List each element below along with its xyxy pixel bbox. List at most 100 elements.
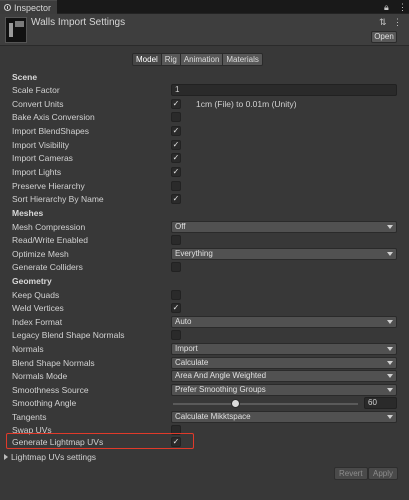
normals-mode-dropdown[interactable]: Area And Angle Weighted	[171, 370, 397, 382]
bake-axis-label: Bake Axis Conversion	[12, 112, 95, 122]
row-import-visibility: Import Visibility ✓	[0, 139, 409, 152]
lightmap-uvs-settings-foldout[interactable]: Lightmap UVs settings	[4, 450, 96, 463]
generate-colliders-checkbox[interactable]	[171, 262, 181, 272]
read-write-checkbox[interactable]	[171, 235, 181, 245]
row-blend-shape-normals: Blend Shape Normals Calculate	[0, 357, 409, 370]
revert-button[interactable]: Revert	[334, 467, 368, 480]
row-tangents: Tangents Calculate Mikktspace	[0, 411, 409, 424]
swap-uvs-checkbox[interactable]	[171, 425, 181, 435]
row-mesh-compression: Mesh Compression Off	[0, 221, 409, 234]
more-options-icon[interactable]: ⋮	[398, 2, 407, 13]
normals-mode-label: Normals Mode	[12, 371, 68, 381]
import-lights-label: Import Lights	[12, 167, 62, 177]
blend-shape-normals-label: Blend Shape Normals	[12, 358, 95, 368]
read-write-label: Read/Write Enabled	[12, 235, 88, 245]
legacy-blend-label: Legacy Blend Shape Normals	[12, 330, 125, 340]
smoothness-source-dropdown[interactable]: Prefer Smoothing Groups	[171, 384, 397, 396]
settings-sliders-icon[interactable]: ⇅	[379, 17, 387, 28]
row-normals: Normals Import	[0, 343, 409, 356]
dropdown-value: Everything	[175, 249, 213, 258]
import-subtabs: Model Rig Animation Materials	[132, 53, 263, 66]
model-asset-icon	[5, 17, 27, 43]
import-blendshapes-checkbox[interactable]: ✓	[171, 126, 181, 136]
row-generate-colliders: Generate Colliders	[0, 261, 409, 274]
asset-title: Walls Import Settings	[31, 17, 126, 28]
row-convert-units: Convert Units ✓ 1cm (File) to 0.01m (Uni…	[0, 98, 409, 111]
chevron-right-icon	[4, 453, 8, 460]
import-cameras-checkbox[interactable]: ✓	[171, 153, 181, 163]
tab-model[interactable]: Model	[133, 54, 162, 65]
open-button[interactable]: Open	[371, 31, 397, 43]
weld-vertices-checkbox[interactable]: ✓	[171, 303, 181, 313]
keep-quads-label: Keep Quads	[12, 290, 60, 300]
row-keep-quads: Keep Quads	[0, 289, 409, 302]
normals-dropdown[interactable]: Import	[171, 343, 397, 355]
keep-quads-checkbox[interactable]	[171, 290, 181, 300]
row-preserve-hierarchy: Preserve Hierarchy	[0, 180, 409, 193]
info-icon	[4, 4, 11, 11]
generate-lightmap-checkbox[interactable]: ✓	[171, 437, 181, 447]
section-title: Scene	[12, 72, 38, 82]
chevron-down-icon	[387, 415, 393, 419]
tab-materials[interactable]: Materials	[223, 54, 262, 65]
mesh-compression-dropdown[interactable]: Off	[171, 221, 397, 233]
dropdown-value: Area And Angle Weighted	[175, 371, 267, 380]
sort-hierarchy-checkbox[interactable]: ✓	[171, 194, 181, 204]
section-geometry: Geometry	[0, 275, 409, 288]
tab-inspector[interactable]: Inspector	[0, 0, 57, 14]
weld-vertices-label: Weld Vertices	[12, 303, 64, 313]
convert-units-checkbox[interactable]: ✓	[171, 99, 181, 109]
generate-colliders-label: Generate Colliders	[12, 262, 83, 272]
tab-label: Inspector	[14, 2, 52, 13]
section-scene: Scene	[0, 71, 409, 84]
dropdown-value: Prefer Smoothing Groups	[175, 385, 266, 394]
import-visibility-checkbox[interactable]: ✓	[171, 140, 181, 150]
scale-factor-field[interactable]: 1	[171, 84, 397, 96]
optimize-mesh-label: Optimize Mesh	[12, 249, 69, 259]
row-normals-mode: Normals Mode Area And Angle Weighted	[0, 370, 409, 383]
smoothness-source-label: Smoothness Source	[12, 385, 89, 395]
index-format-label: Index Format	[12, 317, 63, 327]
dropdown-value: Off	[175, 222, 186, 231]
smoothing-angle-slider-thumb[interactable]	[230, 399, 240, 408]
import-cameras-label: Import Cameras	[12, 153, 73, 163]
row-smoothing-angle: Smoothing Angle 60	[0, 397, 409, 410]
row-sort-hierarchy: Sort Hierarchy By Name ✓	[0, 193, 409, 206]
legacy-blend-checkbox[interactable]	[171, 330, 181, 340]
bottom-bar	[0, 488, 409, 500]
row-import-cameras: Import Cameras ✓	[0, 152, 409, 165]
chevron-down-icon	[387, 320, 393, 324]
optimize-mesh-dropdown[interactable]: Everything	[171, 248, 397, 260]
index-format-dropdown[interactable]: Auto	[171, 316, 397, 328]
section-title: Geometry	[12, 276, 52, 286]
tangents-dropdown[interactable]: Calculate Mikktspace	[171, 411, 397, 423]
dropdown-value: Auto	[175, 317, 192, 326]
chevron-down-icon	[387, 347, 393, 351]
lock-icon[interactable]: 🔒︎	[384, 2, 389, 13]
chevron-down-icon	[387, 252, 393, 256]
import-blendshapes-label: Import BlendShapes	[12, 126, 90, 136]
smoothing-angle-label: Smoothing Angle	[12, 398, 77, 408]
smoothing-angle-slider-track[interactable]	[173, 403, 358, 405]
foldout-label: Lightmap UVs settings	[11, 451, 97, 462]
blend-shape-normals-dropdown[interactable]: Calculate	[171, 357, 397, 369]
tab-animation[interactable]: Animation	[180, 54, 224, 65]
header-more-icon[interactable]: ⋮	[393, 17, 402, 28]
chevron-down-icon	[387, 374, 393, 378]
smoothing-angle-field[interactable]: 60	[364, 397, 397, 409]
dropdown-value: Calculate	[175, 358, 209, 367]
dropdown-value: Import	[175, 344, 198, 353]
row-read-write: Read/Write Enabled	[0, 234, 409, 247]
dropdown-value: Calculate Mikktspace	[175, 412, 251, 421]
import-lights-checkbox[interactable]: ✓	[171, 167, 181, 177]
tangents-label: Tangents	[12, 412, 47, 422]
chevron-down-icon	[387, 225, 393, 229]
apply-button[interactable]: Apply	[368, 467, 399, 480]
bake-axis-checkbox[interactable]	[171, 112, 181, 122]
chevron-down-icon	[387, 388, 393, 392]
row-generate-lightmap-uvs: Generate Lightmap UVs ✓	[0, 436, 409, 449]
preserve-hierarchy-checkbox[interactable]	[171, 181, 181, 191]
sort-hierarchy-label: Sort Hierarchy By Name	[12, 194, 104, 204]
swap-uvs-label: Swap UVs	[12, 425, 52, 435]
tab-rig[interactable]: Rig	[161, 54, 181, 65]
